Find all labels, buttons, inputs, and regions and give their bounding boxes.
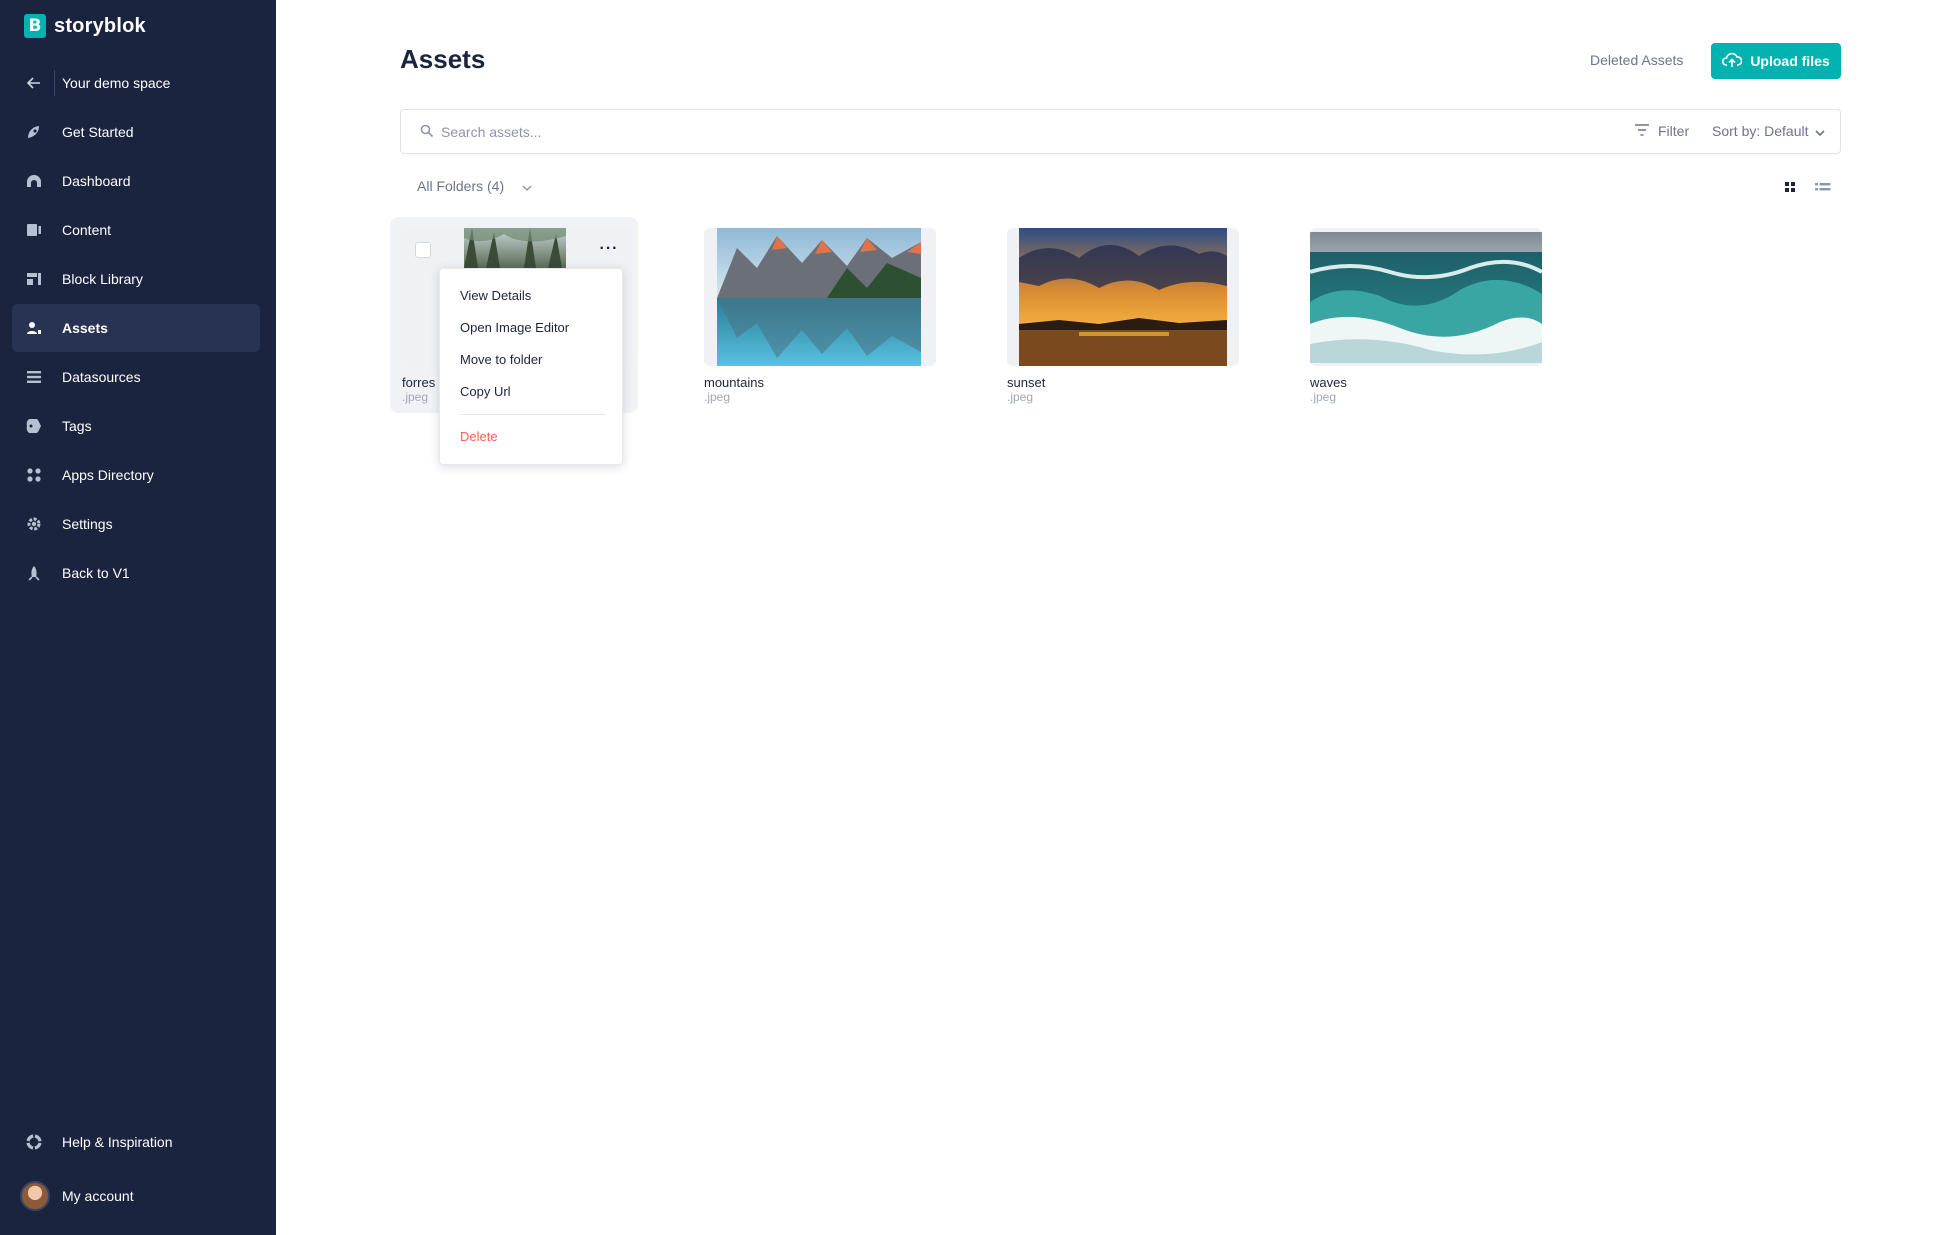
menu-divider: [460, 414, 605, 415]
chevron-down-icon: [1814, 123, 1825, 139]
sidebar-item-get-started[interactable]: Get Started: [12, 108, 260, 156]
tag-icon: [26, 418, 42, 434]
sidebar-item-label: Tags: [62, 418, 92, 434]
asset-extension: .jpeg: [1310, 390, 1337, 404]
back-divider: [54, 70, 55, 96]
page-title: Assets: [400, 44, 486, 74]
search-icon: [420, 124, 434, 143]
chevron-down-icon: [522, 178, 532, 194]
sort-label: Sort by: Default: [1712, 123, 1809, 139]
upload-files-button[interactable]: Upload files: [1711, 43, 1841, 79]
sidebar: B storyblok Your demo space Get Started …: [0, 0, 276, 1235]
help-inspiration-link[interactable]: Help & Inspiration: [12, 1118, 260, 1166]
sidebar-item-label: Content: [62, 222, 112, 238]
datasources-icon: [26, 369, 42, 385]
my-account-link[interactable]: My account: [12, 1172, 260, 1220]
sidebar-item-label: Get Started: [62, 124, 134, 140]
apps-icon: [26, 467, 42, 483]
sidebar-item-label: Back to V1: [62, 565, 130, 581]
asset-extension: .jpeg: [704, 390, 731, 404]
avatar: [20, 1181, 50, 1211]
asset-thumbnail-frame: [704, 228, 936, 366]
sidebar-item-apps-directory[interactable]: Apps Directory: [12, 451, 260, 499]
waves-thumbnail: [1310, 232, 1542, 363]
sidebar-item-label: Datasources: [62, 369, 141, 385]
open-image-editor-menu-item[interactable]: Open Image Editor: [460, 320, 569, 335]
asset-thumbnail-frame: [1310, 228, 1542, 366]
filter-label: Filter: [1658, 123, 1690, 139]
back-to-space-link[interactable]: Your demo space: [12, 59, 260, 107]
move-to-folder-menu-item[interactable]: Move to folder: [460, 352, 542, 367]
folder-label: All Folders (4): [417, 178, 505, 194]
sidebar-item-assets[interactable]: Assets: [12, 304, 260, 352]
sidebar-item-label: Apps Directory: [62, 467, 154, 483]
back-v1-icon: [26, 565, 42, 581]
upload-files-label: Upload files: [1750, 53, 1830, 69]
arrow-left-icon: [26, 75, 42, 91]
cloud-upload-icon: [1722, 52, 1743, 71]
sidebar-item-block-library[interactable]: Block Library: [12, 255, 260, 303]
sidebar-item-label: Assets: [62, 320, 108, 336]
content-icon: [26, 222, 42, 238]
sidebar-item-label: Settings: [62, 516, 113, 532]
sidebar-footer: Help & Inspiration My account: [12, 1118, 260, 1221]
folder-dropdown[interactable]: All Folders (4): [417, 178, 532, 194]
asset-thumbnail-frame: [1007, 228, 1239, 366]
asset-select-checkbox[interactable]: [415, 242, 431, 258]
brand[interactable]: B storyblok: [24, 14, 146, 38]
sidebar-item-back-to-v1[interactable]: Back to V1: [12, 549, 260, 597]
sidebar-item-content[interactable]: Content: [12, 206, 260, 254]
filter-icon: [1634, 123, 1650, 139]
forest-thumbnail: [464, 228, 566, 268]
back-label: Your demo space: [62, 75, 171, 91]
search-bar: Filter Sort by: Default: [400, 109, 1841, 154]
asset-name: waves: [1310, 375, 1347, 390]
sidebar-item-label: Block Library: [62, 271, 143, 287]
storyblok-logo-icon: B: [24, 14, 46, 38]
asset-name: sunset: [1007, 375, 1046, 390]
sidebar-item-tags[interactable]: Tags: [12, 402, 260, 450]
view-details-menu-item[interactable]: View Details: [460, 288, 531, 303]
search-input[interactable]: [441, 122, 1341, 142]
mountains-thumbnail: [717, 228, 921, 366]
sunset-thumbnail: [1019, 228, 1227, 366]
grid-view-icon[interactable]: [1783, 180, 1797, 194]
asset-extension: .jpeg: [1007, 390, 1034, 404]
asset-name: forres: [402, 375, 436, 390]
deleted-assets-link[interactable]: Deleted Assets: [1590, 52, 1683, 68]
filter-button[interactable]: Filter: [1634, 123, 1689, 139]
copy-url-menu-item[interactable]: Copy Url: [460, 384, 511, 399]
sidebar-item-label: Dashboard: [62, 173, 131, 189]
asset-extension: .jpeg: [402, 390, 429, 404]
list-view-icon[interactable]: [1815, 180, 1831, 194]
blocks-icon: [26, 271, 42, 287]
help-label: Help & Inspiration: [62, 1134, 173, 1150]
sidebar-nav: Your demo space Get Started Dashboard Co…: [12, 59, 260, 598]
brand-name: storyblok: [54, 14, 146, 37]
asset-name: mountains: [704, 375, 764, 390]
asset-context-menu: View Details Open Image Editor Move to f…: [439, 268, 623, 465]
sidebar-item-dashboard[interactable]: Dashboard: [12, 157, 260, 205]
delete-menu-item[interactable]: Delete: [460, 429, 498, 444]
assets-icon: [26, 320, 42, 336]
lifebuoy-icon: [26, 1134, 42, 1150]
sidebar-item-settings[interactable]: Settings: [12, 500, 260, 548]
dashboard-icon: [26, 173, 42, 189]
more-options-icon[interactable]: ···: [598, 240, 620, 258]
sidebar-item-datasources[interactable]: Datasources: [12, 353, 260, 401]
gear-icon: [26, 516, 42, 532]
rocket-icon: [26, 124, 42, 140]
main-content: Assets Deleted Assets Upload files Filte…: [276, 0, 1958, 1235]
sort-dropdown[interactable]: Sort by: Default: [1712, 123, 1825, 139]
account-label: My account: [62, 1188, 134, 1204]
